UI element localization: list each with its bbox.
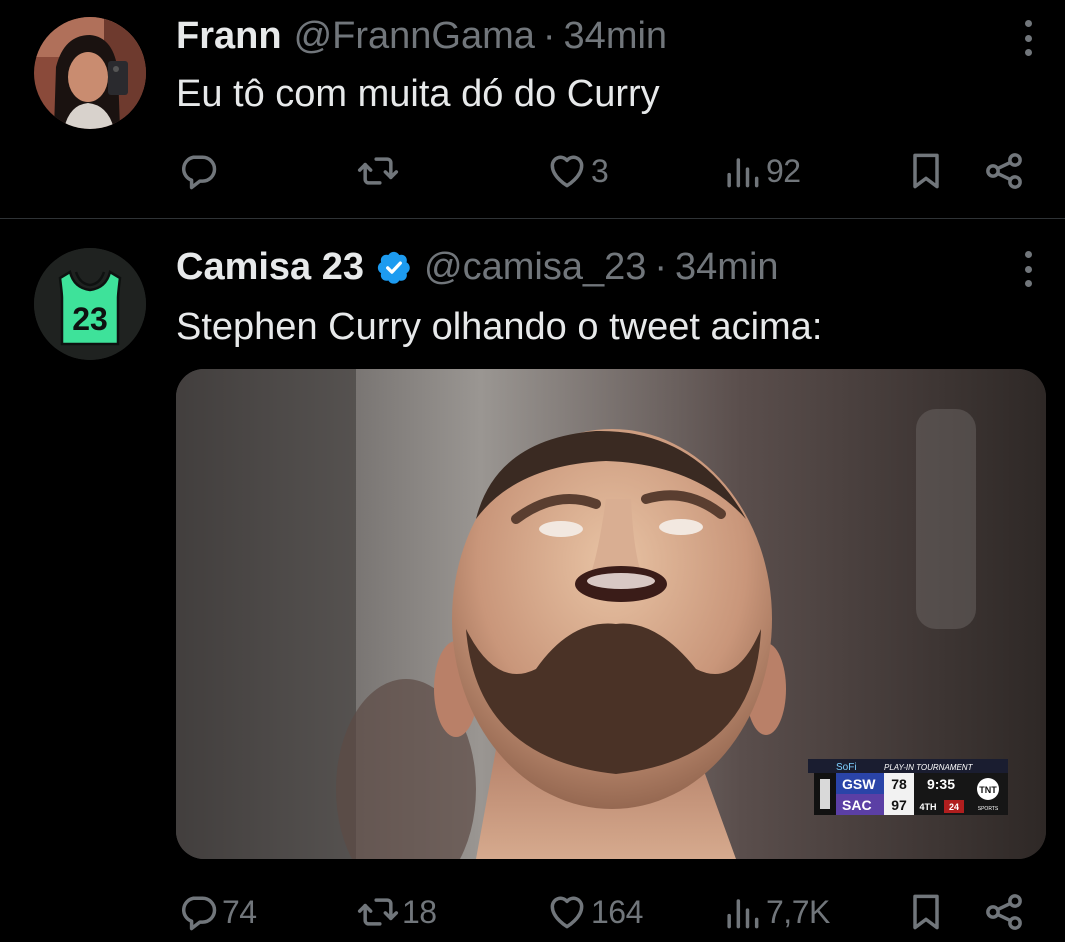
views-icon bbox=[727, 158, 759, 188]
jersey-number: 23 bbox=[72, 301, 108, 337]
game-clock: 9:35 bbox=[927, 776, 955, 792]
verified-badge-icon[interactable] bbox=[376, 249, 412, 285]
action-bar: 3 92 bbox=[0, 148, 1065, 194]
author-name[interactable]: Camisa 23 bbox=[176, 246, 364, 289]
team1-score: 78 bbox=[891, 776, 907, 792]
reply-icon bbox=[181, 896, 217, 931]
scorebug-event: PLAY-IN TOURNAMENT bbox=[884, 763, 974, 772]
tweet-media-image[interactable]: SoFi PLAY-IN TOURNAMENT GSW SAC 78 97 9:… bbox=[176, 369, 1046, 859]
retweet-count: 18 bbox=[402, 893, 437, 930]
team2-name: SAC bbox=[842, 797, 872, 813]
bookmark-icon bbox=[913, 153, 939, 189]
share-icon bbox=[986, 153, 1022, 189]
bookmark-icon bbox=[913, 894, 939, 930]
heart-icon bbox=[550, 896, 584, 929]
separator-dot: · bbox=[654, 245, 668, 288]
more-options-icon[interactable] bbox=[1021, 20, 1035, 56]
tweet-camisa23[interactable]: 23 Camisa 23 @camisa_23 · 34min Stephen … bbox=[0, 219, 1065, 942]
shot-clock: 24 bbox=[949, 802, 959, 812]
action-bar: 74 18 164 7,7K bbox=[0, 889, 1065, 935]
scorebug: SoFi PLAY-IN TOURNAMENT GSW SAC 78 97 9:… bbox=[808, 759, 1008, 815]
reply-button[interactable]: 74 bbox=[176, 889, 257, 935]
retweet-button[interactable] bbox=[356, 148, 402, 194]
scorebug-sponsor: SoFi bbox=[836, 762, 857, 773]
view-count: 7,7K bbox=[766, 893, 830, 930]
tweet-text: Stephen Curry olhando o tweet acima: bbox=[176, 306, 823, 348]
tweet-frann[interactable]: Frann @FrannGama · 34min Eu tô com muita… bbox=[0, 0, 1065, 218]
heart-icon bbox=[550, 155, 584, 188]
network-logo: TNT bbox=[979, 785, 997, 795]
more-options-icon[interactable] bbox=[1021, 251, 1035, 287]
timestamp[interactable]: 34min bbox=[564, 15, 668, 58]
like-count: 3 bbox=[591, 152, 609, 189]
team1-name: GSW bbox=[842, 776, 876, 792]
reply-icon bbox=[181, 155, 217, 190]
author-handle[interactable]: @FrannGama bbox=[294, 15, 535, 58]
reply-count: 74 bbox=[222, 893, 257, 930]
bookmark-button[interactable] bbox=[904, 148, 948, 194]
author-name[interactable]: Frann bbox=[176, 15, 282, 58]
view-count: 92 bbox=[766, 152, 801, 189]
author-handle[interactable]: @camisa_23 bbox=[424, 246, 646, 289]
share-icon bbox=[986, 894, 1022, 930]
views-icon bbox=[727, 899, 759, 929]
team2-score: 97 bbox=[891, 797, 907, 813]
tweet-header: Camisa 23 @camisa_23 · 34min bbox=[176, 245, 779, 289]
views-button[interactable]: 92 bbox=[720, 148, 801, 194]
retweet-icon bbox=[357, 898, 399, 926]
share-button[interactable] bbox=[982, 148, 1026, 194]
views-button[interactable]: 7,7K bbox=[720, 889, 830, 935]
retweet-button[interactable]: 18 bbox=[356, 889, 437, 935]
separator-dot: · bbox=[542, 14, 556, 57]
avatar[interactable]: 23 bbox=[34, 248, 146, 360]
bookmark-button[interactable] bbox=[904, 889, 948, 935]
network-sub: SPORTS bbox=[978, 806, 999, 812]
like-button[interactable]: 164 bbox=[545, 889, 643, 935]
avatar[interactable] bbox=[34, 17, 146, 129]
share-button[interactable] bbox=[982, 889, 1026, 935]
tweet-text: Eu tô com muita dó do Curry bbox=[176, 73, 660, 115]
retweet-icon bbox=[357, 157, 399, 185]
like-count: 164 bbox=[591, 893, 643, 930]
like-button[interactable]: 3 bbox=[545, 148, 609, 194]
timestamp[interactable]: 34min bbox=[675, 246, 779, 289]
game-period: 4TH bbox=[919, 802, 936, 812]
reply-button[interactable] bbox=[176, 148, 222, 194]
tweet-header: Frann @FrannGama · 34min bbox=[176, 14, 667, 58]
